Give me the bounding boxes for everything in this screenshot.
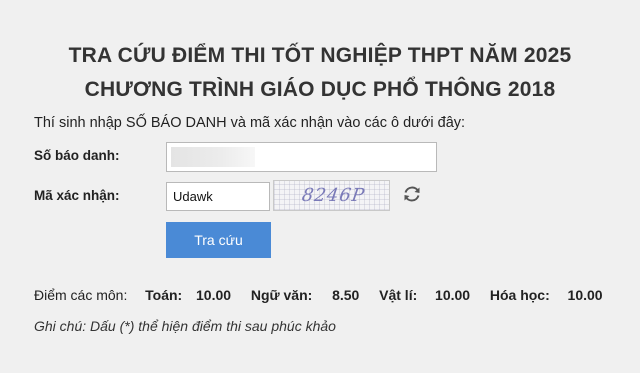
captcha-image: 8246P (273, 180, 390, 211)
subject-name: Vật lí: (379, 287, 418, 303)
sbd-label: Số báo danh: (34, 148, 120, 163)
subject-score: 10.00 (567, 287, 603, 303)
captcha-label: Mã xác nhận: (34, 188, 120, 203)
scores-row: Điểm các môn: Toán: 10.00 Ngữ văn: 8.50 … (34, 287, 603, 303)
scores-label: Điểm các môn: (34, 287, 128, 303)
captcha-image-text: 8246P (300, 185, 367, 206)
subject-name: Hóa học: (489, 287, 550, 303)
subject-score: 10.00 (435, 287, 471, 303)
subject-score: 8.50 (332, 287, 360, 303)
subject-name: Toán: (145, 287, 183, 303)
subject-name: Ngữ văn: (250, 287, 313, 303)
captcha-input[interactable] (166, 182, 270, 211)
subject-score: 10.00 (196, 287, 232, 303)
note-text: Ghi chú: Dấu (*) thể hiện điểm thi sau p… (34, 318, 336, 334)
page-subtitle: CHƯƠNG TRÌNH GIÁO DỤC PHỔ THÔNG 2018 (84, 78, 556, 101)
refresh-icon[interactable] (401, 183, 423, 205)
search-button[interactable]: Tra cứu (166, 222, 271, 258)
sbd-input[interactable] (166, 142, 437, 172)
form-instruction: Thí sinh nhập SỐ BÁO DANH và mã xác nhận… (34, 115, 466, 131)
page-title: TRA CỨU ĐIỂM THI TỐT NGHIỆP THPT NĂM 202… (68, 44, 572, 67)
